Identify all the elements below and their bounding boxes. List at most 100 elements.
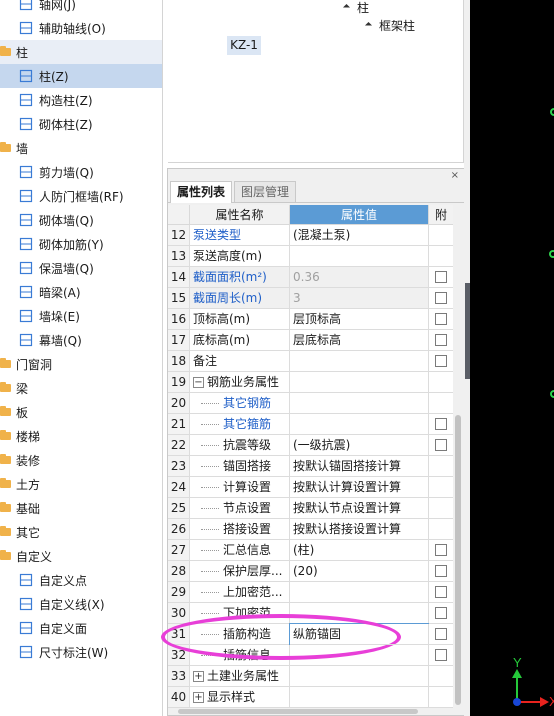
attach-checkbox[interactable]	[435, 649, 447, 661]
property-value-cell[interactable]	[290, 393, 429, 414]
property-row[interactable]: 20 其它钢筋	[168, 393, 454, 414]
collapse-icon[interactable]: −	[193, 377, 204, 388]
nav-item-9[interactable]: 砌体墙(Q)	[0, 208, 162, 232]
property-row[interactable]: 12 泵送类型 (混凝土泵)	[168, 225, 454, 246]
property-value-cell[interactable]	[290, 645, 429, 666]
vertical-scrollbar[interactable]	[453, 205, 463, 708]
property-row[interactable]: 32 插筋信息	[168, 645, 454, 666]
property-row[interactable]: 33 + 土建业务属性	[168, 666, 454, 687]
property-row[interactable]: 26 搭接设置 按默认搭接设置计算	[168, 519, 454, 540]
property-row[interactable]: 21 其它箍筋	[168, 414, 454, 435]
header-attach[interactable]: 附	[429, 205, 454, 225]
property-value-cell[interactable]: 按默认锚固搭接计算	[290, 456, 429, 477]
property-value-cell[interactable]	[290, 414, 429, 435]
property-row[interactable]: 24 计算设置 按默认计算设置计算	[168, 477, 454, 498]
property-row[interactable]: 22 抗震等级 (一级抗震)	[168, 435, 454, 456]
tab-layer-management[interactable]: 图层管理	[234, 181, 297, 202]
attach-checkbox[interactable]	[435, 271, 447, 283]
property-row[interactable]: 31 插筋构造 纵筋锚固	[168, 623, 454, 645]
nav-item-19[interactable]: 装修	[0, 448, 162, 472]
header-property-name[interactable]: 属性名称	[190, 205, 290, 225]
horizontal-scrollbar[interactable]	[172, 708, 452, 715]
attach-checkbox[interactable]	[435, 586, 447, 598]
attach-checkbox[interactable]	[435, 565, 447, 577]
tree-node-frame-column[interactable]: 框架柱	[364, 17, 415, 34]
property-value-cell[interactable]: (20)	[290, 561, 429, 582]
nav-item-25[interactable]: 自定义线(X)	[0, 592, 162, 616]
property-value-cell[interactable]: 按默认节点设置计算	[290, 498, 429, 519]
nav-item-8[interactable]: 人防门框墙(RF)	[0, 184, 162, 208]
property-value-cell[interactable]	[290, 603, 429, 624]
scrollbar-thumb[interactable]	[455, 415, 461, 705]
nav-item-20[interactable]: 土方	[0, 472, 162, 496]
property-row[interactable]: 13 泵送高度(m)	[168, 246, 454, 267]
nav-item-18[interactable]: 楼梯	[0, 424, 162, 448]
property-row[interactable]: 29 上加密范...	[168, 582, 454, 603]
property-value-cell[interactable]	[290, 666, 429, 687]
attach-checkbox[interactable]	[435, 334, 447, 346]
property-value-cell[interactable]: 层底标高	[290, 330, 429, 351]
nav-item-23[interactable]: 自定义	[0, 544, 162, 568]
nav-item-13[interactable]: 墙垛(E)	[0, 304, 162, 328]
drawing-viewport[interactable]: Y X	[470, 0, 554, 716]
property-value-cell[interactable]	[290, 687, 429, 708]
nav-item-5[interactable]: 砌体柱(Z)	[0, 112, 162, 136]
nav-item-1[interactable]: 辅助轴线(O)	[0, 16, 162, 40]
attach-checkbox[interactable]	[435, 607, 447, 619]
expand-triangle-icon[interactable]	[364, 21, 373, 30]
nav-item-2[interactable]: 柱	[0, 40, 162, 64]
property-row[interactable]: 15 截面周长(m) 3	[168, 288, 454, 309]
nav-item-27[interactable]: 尺寸标注(W)	[0, 640, 162, 664]
nav-item-24[interactable]: 自定义点	[0, 568, 162, 592]
nav-item-0[interactable]: 轴网(J)	[0, 0, 162, 16]
attach-checkbox[interactable]	[435, 439, 447, 451]
attach-checkbox[interactable]	[435, 544, 447, 556]
nav-item-14[interactable]: 幕墙(Q)	[0, 328, 162, 352]
property-row[interactable]: 40 + 显示样式	[168, 687, 454, 708]
tree-node-kz-1[interactable]: KZ-1	[227, 36, 261, 55]
attach-checkbox[interactable]	[435, 313, 447, 325]
attach-checkbox[interactable]	[435, 628, 447, 640]
property-row[interactable]: 27 汇总信息 (柱)	[168, 540, 454, 561]
property-row[interactable]: 19− 钢筋业务属性	[168, 372, 454, 393]
nav-item-7[interactable]: 剪力墙(Q)	[0, 160, 162, 184]
property-value-cell[interactable]: 0.36	[290, 267, 429, 288]
property-row[interactable]: 28 保护层厚... (20)	[168, 561, 454, 582]
property-value-cell[interactable]	[290, 246, 429, 267]
tab-property-list[interactable]: 属性列表	[170, 181, 233, 203]
property-value-cell[interactable]	[290, 351, 429, 372]
nav-item-22[interactable]: 其它	[0, 520, 162, 544]
header-property-value[interactable]: 属性值	[290, 205, 429, 225]
nav-item-11[interactable]: 保温墙(Q)	[0, 256, 162, 280]
property-row[interactable]: 25 节点设置 按默认节点设置计算	[168, 498, 454, 519]
nav-item-21[interactable]: 基础	[0, 496, 162, 520]
scrollbar-thumb[interactable]	[178, 709, 418, 714]
property-value-cell[interactable]: 纵筋锚固	[290, 624, 429, 645]
property-value-cell[interactable]	[290, 372, 429, 393]
expand-icon[interactable]: +	[193, 692, 204, 703]
property-row[interactable]: 14 截面面积(m²) 0.36	[168, 267, 454, 288]
expand-triangle-icon[interactable]	[342, 3, 351, 12]
nav-item-12[interactable]: 暗梁(A)	[0, 280, 162, 304]
nav-item-15[interactable]: 门窗洞	[0, 352, 162, 376]
nav-item-4[interactable]: 构造柱(Z)	[0, 88, 162, 112]
property-value-cell[interactable]	[290, 582, 429, 603]
tree-node-column[interactable]: 柱	[342, 0, 369, 16]
expand-icon[interactable]: +	[193, 671, 204, 682]
nav-item-26[interactable]: 自定义面	[0, 616, 162, 640]
nav-item-6[interactable]: 墙	[0, 136, 162, 160]
property-value-cell[interactable]: 3	[290, 288, 429, 309]
property-value-cell[interactable]: 按默认计算设置计算	[290, 477, 429, 498]
property-value-cell[interactable]: (混凝土泵)	[290, 225, 429, 246]
nav-item-16[interactable]: 梁	[0, 376, 162, 400]
property-row[interactable]: 16 顶标高(m) 层顶标高	[168, 309, 454, 330]
property-row[interactable]: 17 底标高(m) 层底标高	[168, 330, 454, 351]
attach-checkbox[interactable]	[435, 292, 447, 304]
property-row[interactable]: 30 下加密范...	[168, 603, 454, 624]
property-value-cell[interactable]: (柱)	[290, 540, 429, 561]
property-row[interactable]: 23 锚固搭接 按默认锚固搭接计算	[168, 456, 454, 477]
attach-checkbox[interactable]	[435, 355, 447, 367]
property-row[interactable]: 18 备注	[168, 351, 454, 372]
nav-item-17[interactable]: 板	[0, 400, 162, 424]
nav-item-10[interactable]: 砌体加筋(Y)	[0, 232, 162, 256]
